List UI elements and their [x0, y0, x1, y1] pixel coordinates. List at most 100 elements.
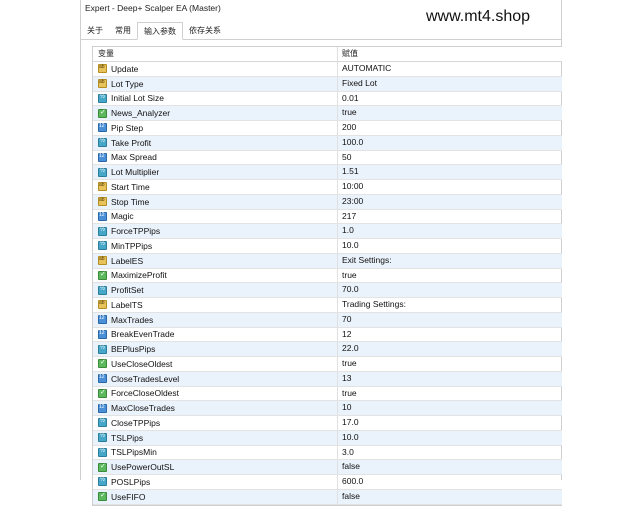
table-row[interactable]: Max Spread 50 [93, 150, 562, 166]
variable-cell: POSLPips [93, 475, 338, 489]
variable-name: MinTPPips [111, 240, 153, 251]
value-cell[interactable]: 200 [338, 121, 562, 135]
table-row[interactable]: ForceCloseOldest true [93, 386, 562, 402]
tab-0[interactable]: 关于 [81, 22, 109, 38]
value-cell[interactable]: 10.0 [338, 239, 562, 253]
variable-cell: UseCloseOldest [93, 357, 338, 371]
value-column-header[interactable]: 赋值 [338, 47, 562, 61]
dbl-type-icon [98, 418, 107, 428]
value-cell[interactable]: 23:00 [338, 195, 562, 209]
table-row[interactable]: POSLPips 600.0 [93, 475, 562, 490]
value-cell[interactable]: false [338, 490, 562, 504]
num-type-icon [98, 329, 107, 339]
ab-type-icon [98, 79, 107, 89]
dbl-type-icon [98, 226, 107, 236]
bool-type-icon [98, 462, 107, 472]
variable-cell: Lot Multiplier [93, 165, 338, 179]
value-cell[interactable]: 50 [338, 151, 562, 165]
value-cell[interactable]: 13 [338, 372, 562, 386]
variable-name: UsePowerOutSL [111, 462, 175, 473]
variable-cell: CloseTPPips [93, 416, 338, 430]
table-row[interactable]: LabelES Exit Settings: [93, 253, 562, 269]
table-row[interactable]: UseFIFO false [93, 489, 562, 505]
value-cell[interactable]: true [338, 106, 562, 120]
tab-2[interactable]: 输入参数 [137, 22, 183, 40]
table-row[interactable]: UsePowerOutSL false [93, 460, 562, 475]
table-row[interactable]: BreakEvenTrade 12 [93, 327, 562, 343]
variable-cell: Pip Step [93, 121, 338, 135]
variable-name: Update [111, 63, 139, 74]
value-cell[interactable]: 10:00 [338, 180, 562, 194]
ab-type-icon [98, 64, 107, 74]
value-cell[interactable]: true [338, 357, 562, 371]
variable-cell: BEPlusPips [93, 342, 338, 356]
table-row[interactable]: MaxCloseTrades 10 [93, 401, 562, 416]
table-row[interactable]: Update AUTOMATIC [93, 62, 562, 77]
variable-name: Magic [111, 211, 134, 222]
table-row[interactable]: LabelTS Trading Settings: [93, 298, 562, 313]
table-row[interactable]: CloseTradesLevel 13 [93, 371, 562, 387]
table-row[interactable]: News_Analyzer true [93, 106, 562, 121]
table-row[interactable]: CloseTPPips 17.0 [93, 416, 562, 431]
table-row[interactable]: TSLPips 10.0 [93, 430, 562, 446]
tab-bar: 关于 常用 输入参数 依存关系 [81, 22, 561, 40]
table-row[interactable]: Start Time 10:00 [93, 180, 562, 195]
table-row[interactable]: Lot Type Fixed Lot [93, 76, 562, 92]
num-type-icon [98, 315, 107, 325]
value-cell[interactable]: 10.0 [338, 431, 562, 445]
value-cell[interactable]: 10 [338, 401, 562, 415]
variable-cell: TSLPips [93, 430, 338, 445]
dbl-type-icon [98, 167, 107, 177]
table-row[interactable]: MinTPPips 10.0 [93, 239, 562, 254]
value-cell[interactable]: 100.0 [338, 136, 562, 150]
table-header: 变量 赋值 [93, 47, 562, 62]
bool-type-icon [98, 491, 107, 502]
num-type-icon [98, 211, 107, 221]
variable-cell: Stop Time [93, 194, 338, 209]
table-row[interactable]: BEPlusPips 22.0 [93, 342, 562, 357]
table-row[interactable]: TSLPipsMin 3.0 [93, 445, 562, 461]
ab-type-icon [98, 182, 107, 192]
ab-type-icon [98, 197, 107, 207]
variable-cell: MaximizeProfit [93, 268, 338, 283]
table-row[interactable]: Lot Multiplier 1.51 [93, 165, 562, 180]
tab-1[interactable]: 常用 [109, 22, 137, 38]
variable-name: News_Analyzer [111, 108, 171, 119]
table-row[interactable]: MaximizeProfit true [93, 268, 562, 284]
value-cell[interactable]: 217 [338, 210, 562, 224]
variable-name: TSLPips [111, 432, 144, 443]
value-cell[interactable]: 17.0 [338, 416, 562, 430]
table-row[interactable]: Initial Lot Size 0.01 [93, 91, 562, 107]
value-cell[interactable]: 0.01 [338, 92, 562, 106]
variable-name: LabelES [111, 255, 144, 266]
table-row[interactable]: Pip Step 200 [93, 121, 562, 136]
value-cell[interactable]: 1.51 [338, 165, 562, 179]
value-cell[interactable]: 22.0 [338, 342, 562, 356]
table-row[interactable]: Stop Time 23:00 [93, 194, 562, 210]
tab-3[interactable]: 依存关系 [183, 22, 227, 38]
table-row[interactable]: UseCloseOldest true [93, 357, 562, 372]
table-row[interactable]: Magic 217 [93, 209, 562, 225]
table-row[interactable]: Take Profit 100.0 [93, 135, 562, 151]
variable-cell: Take Profit [93, 135, 338, 150]
dbl-type-icon [98, 285, 107, 295]
value-cell[interactable]: 12 [338, 328, 562, 342]
value-cell[interactable]: 70.0 [338, 283, 562, 297]
variable-column-header[interactable]: 变量 [93, 47, 338, 61]
table-row[interactable]: ForceTPPips 1.0 [93, 224, 562, 239]
dbl-type-icon [98, 344, 107, 354]
table-row[interactable]: MaxTrades 70 [93, 312, 562, 328]
variable-name: BreakEvenTrade [111, 329, 175, 340]
value-cell[interactable]: false [338, 460, 562, 474]
value-cell[interactable]: AUTOMATIC [338, 62, 562, 76]
value-cell[interactable]: 1.0 [338, 224, 562, 238]
value-cell[interactable]: 70 [338, 313, 562, 327]
value-cell[interactable]: 3.0 [338, 446, 562, 460]
value-cell[interactable]: 600.0 [338, 475, 562, 489]
value-cell[interactable]: true [338, 387, 562, 401]
value-cell[interactable]: Exit Settings: [338, 254, 562, 268]
value-cell[interactable]: Fixed Lot [338, 77, 562, 91]
table-row[interactable]: ProfitSet 70.0 [93, 283, 562, 298]
value-cell[interactable]: true [338, 269, 562, 283]
value-cell[interactable]: Trading Settings: [338, 298, 562, 312]
